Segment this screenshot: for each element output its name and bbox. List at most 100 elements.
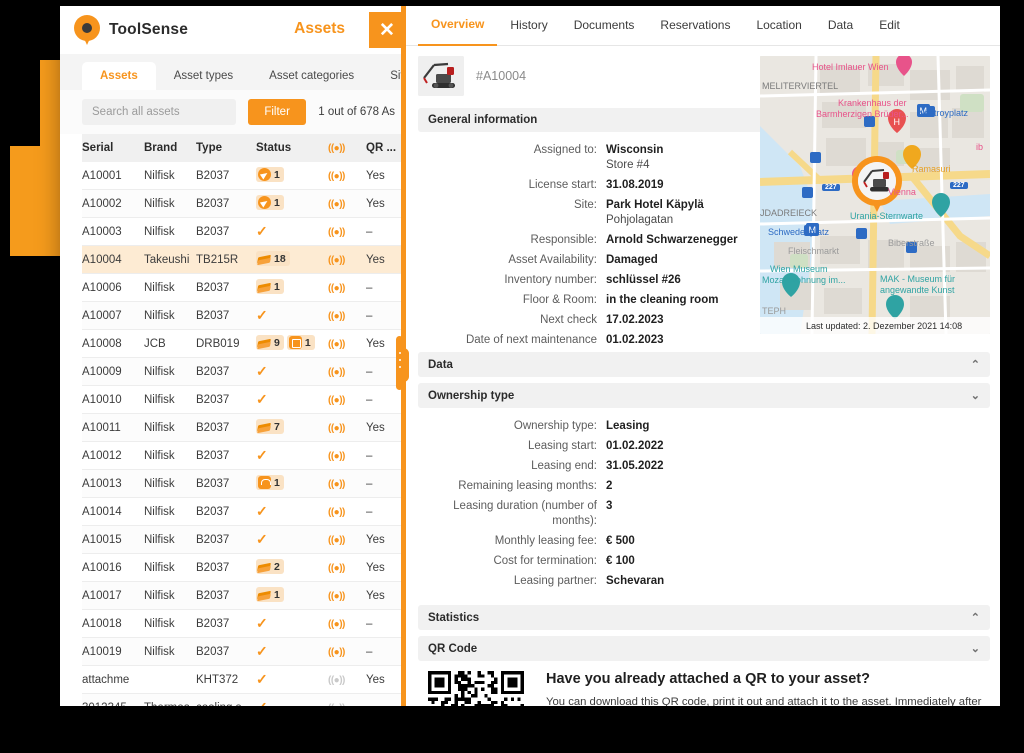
section-header-statistics[interactable]: Statistics ⌃ xyxy=(418,605,990,630)
table-row[interactable]: A10001NilfiskB20371((●))Yes xyxy=(82,162,405,190)
table-row[interactable]: A10011NilfiskB20377((●))Yes xyxy=(82,414,405,442)
table-row[interactable]: A10013NilfiskB20371((●))– xyxy=(82,470,405,498)
list-tab-asset-types[interactable]: Asset types xyxy=(156,62,251,90)
table-row[interactable]: A10017NilfiskB20371((●))Yes xyxy=(82,582,405,610)
section-title-qr: QR Code xyxy=(428,643,477,655)
check-icon: ✓ xyxy=(256,615,268,631)
detail-tab-history[interactable]: History xyxy=(497,6,560,45)
cell-status[interactable]: 7 xyxy=(256,414,328,442)
map-label: 227 xyxy=(950,182,968,189)
status-badge[interactable]: 1 xyxy=(287,335,315,350)
status-badge[interactable]: 1 xyxy=(256,279,284,294)
cell-status[interactable]: ✓ xyxy=(256,498,328,526)
detail-tab-edit[interactable]: Edit xyxy=(866,6,913,45)
cell-status[interactable]: 1 xyxy=(256,162,328,190)
cell-status[interactable]: 91 xyxy=(256,330,328,358)
detail-tab-documents[interactable]: Documents xyxy=(561,6,648,45)
table-row[interactable]: A10012NilfiskB2037✓((●))– xyxy=(82,442,405,470)
table-row[interactable]: A10010NilfiskB2037✓((●))– xyxy=(82,386,405,414)
table-row[interactable]: A10014NilfiskB2037✓((●))– xyxy=(82,498,405,526)
status-badge[interactable]: 2 xyxy=(256,559,284,574)
cell-status[interactable]: ✓ xyxy=(256,610,328,638)
table-row[interactable]: 3012345Thermoacooling s✓((●))– xyxy=(82,694,405,707)
table-row[interactable]: A10018NilfiskB2037✓((●))– xyxy=(82,610,405,638)
cell-status[interactable]: ✓ xyxy=(256,442,328,470)
cell-serial: A10008 xyxy=(82,330,144,358)
table-row[interactable]: A10002NilfiskB20371((●))Yes xyxy=(82,190,405,218)
column-header-signal-icon[interactable]: ((●)) xyxy=(328,134,366,162)
cell-status[interactable]: 1 xyxy=(256,190,328,218)
column-header-serial[interactable]: Serial xyxy=(82,134,144,162)
detail-tab-location[interactable]: Location xyxy=(743,6,814,45)
section-header-ownership[interactable]: Ownership type ⌄ xyxy=(418,383,990,408)
list-tab-assets[interactable]: Assets xyxy=(82,62,156,90)
cell-type: cooling s xyxy=(196,694,256,707)
search-row: Filter 1 out of 678 As xyxy=(60,90,405,134)
cell-serial: A10007 xyxy=(82,302,144,330)
column-header-type[interactable]: Type xyxy=(196,134,256,162)
table-row[interactable]: A10006NilfiskB20371((●))– xyxy=(82,274,405,302)
cell-signal: ((●)) xyxy=(328,302,366,330)
qr-code-image[interactable] xyxy=(428,671,524,706)
cell-status[interactable]: 1 xyxy=(256,274,328,302)
table-row[interactable]: A10016NilfiskB20372((●))Yes xyxy=(82,554,405,582)
table-header-row: SerialBrandTypeStatus((●))QR ... xyxy=(82,134,405,162)
cell-qr: – xyxy=(366,638,405,666)
panel-resize-handle[interactable] xyxy=(401,348,409,382)
column-header-qr[interactable]: QR ... xyxy=(366,134,405,162)
status-badge[interactable]: 7 xyxy=(256,419,284,434)
cell-status[interactable]: 2 xyxy=(256,554,328,582)
asset-map-pin[interactable] xyxy=(852,156,902,206)
table-row[interactable]: A10015NilfiskB2037✓((●))Yes xyxy=(82,526,405,554)
list-tab-asset-categories[interactable]: Asset categories xyxy=(251,62,372,90)
table-row[interactable]: A10019NilfiskB2037✓((●))– xyxy=(82,638,405,666)
brand-bar: ToolSense Assets ✕ xyxy=(60,6,405,54)
cell-status[interactable]: ✓ xyxy=(256,386,328,414)
search-input[interactable] xyxy=(82,99,236,125)
cell-status[interactable]: ✓ xyxy=(256,358,328,386)
section-header-qr[interactable]: QR Code ⌄ xyxy=(418,636,990,661)
cell-status[interactable]: 1 xyxy=(256,470,328,498)
ownership-label: Remaining leasing months: xyxy=(406,479,606,494)
cell-brand: Nilfisk xyxy=(144,554,196,582)
detail-tab-data[interactable]: Data xyxy=(815,6,866,45)
status-badge[interactable]: 1 xyxy=(256,587,284,602)
status-badge[interactable]: 9 xyxy=(256,335,284,350)
map-label: Fleischmarkt xyxy=(788,246,839,256)
table-row[interactable]: A10008JCBDRB01991((●))Yes xyxy=(82,330,405,358)
section-header-data[interactable]: Data ⌃ xyxy=(418,352,990,377)
qr-text-block: Have you already attached a QR to your a… xyxy=(546,671,988,706)
cell-qr: – xyxy=(366,694,405,707)
column-header-brand[interactable]: Brand xyxy=(144,134,196,162)
cell-status[interactable]: ✓ xyxy=(256,218,328,246)
check-icon: ✓ xyxy=(256,503,268,519)
table-row[interactable]: A10009NilfiskB2037✓((●))– xyxy=(82,358,405,386)
close-icon[interactable]: ✕ xyxy=(369,12,405,48)
map-label: Nestroyplatz xyxy=(918,108,968,118)
status-badge[interactable]: 18 xyxy=(256,251,290,266)
cell-status[interactable]: ✓ xyxy=(256,526,328,554)
cell-status[interactable]: ✓ xyxy=(256,638,328,666)
app-window: ToolSense Assets ✕ AssetsAsset typesAsse… xyxy=(60,6,1000,706)
signal-icon: ((●)) xyxy=(328,535,345,546)
ownership-value: 31.05.2022 xyxy=(606,459,664,474)
location-map[interactable]: H M M xyxy=(760,56,990,334)
detail-tab-overview[interactable]: Overview xyxy=(418,6,497,46)
cell-status[interactable]: 1 xyxy=(256,582,328,610)
status-badge[interactable]: 1 xyxy=(256,195,284,210)
filter-button[interactable]: Filter xyxy=(248,99,306,125)
cell-status[interactable]: 18 xyxy=(256,246,328,274)
table-row[interactable]: A10004TakeushiTB215R18((●))Yes xyxy=(82,246,405,274)
column-header-status[interactable]: Status xyxy=(256,134,328,162)
status-badge[interactable]: 1 xyxy=(256,167,284,182)
general-information-header[interactable]: General information xyxy=(418,108,763,132)
detail-tab-reservations[interactable]: Reservations xyxy=(647,6,743,45)
asset-thumbnail xyxy=(418,56,464,96)
table-row[interactable]: A10003NilfiskB2037✓((●))– xyxy=(82,218,405,246)
cell-status[interactable]: ✓ xyxy=(256,666,328,694)
status-badge[interactable]: 1 xyxy=(256,475,284,490)
table-row[interactable]: A10007NilfiskB2037✓((●))– xyxy=(82,302,405,330)
cell-status[interactable]: ✓ xyxy=(256,302,328,330)
cell-status[interactable]: ✓ xyxy=(256,694,328,707)
table-row[interactable]: attachmеKHT372✓((●))Yes xyxy=(82,666,405,694)
